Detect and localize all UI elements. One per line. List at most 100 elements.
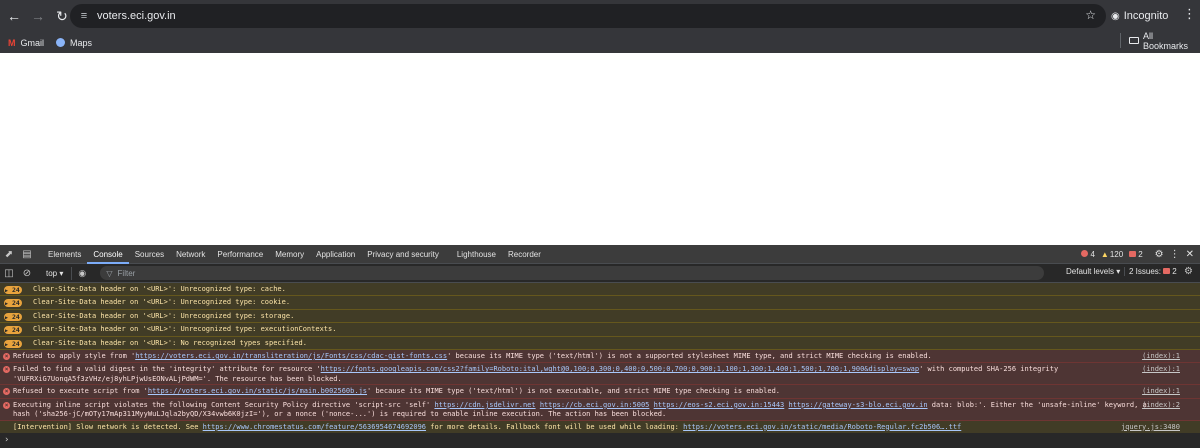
tab-recorder[interactable]: Recorder: [502, 245, 547, 264]
maps-icon: [56, 38, 66, 47]
log-levels-dropdown[interactable]: Default levels ▾: [1066, 267, 1120, 276]
issues-button[interactable]: 2 Issues: 2: [1124, 267, 1177, 276]
context-selector[interactable]: top ▾: [46, 266, 73, 280]
console-messages: ▶ 24 Clear-Site-Data header on '<URL>': …: [0, 283, 1200, 433]
tab-elements[interactable]: Elements: [42, 245, 87, 264]
filter-input[interactable]: ▽ Filter: [100, 266, 1045, 280]
console-error[interactable]: × Refused to execute script from 'https:…: [0, 385, 1200, 399]
inspect-element-icon[interactable]: ⬈: [0, 249, 18, 260]
console-intervention[interactable]: [Intervention] Slow network is detected.…: [0, 420, 1200, 433]
repeat-count-badge: ▶ 24: [4, 299, 22, 308]
bookmarks-bar: M Gmail Maps: [0, 32, 1200, 53]
issue-counter[interactable]: 2: [1129, 250, 1143, 259]
issue-icon: [1163, 268, 1171, 274]
live-expression-eye-icon[interactable]: ◉: [78, 268, 92, 279]
repeat-count-badge: ▶ 24: [4, 339, 22, 348]
repeat-count: 24: [11, 326, 20, 335]
repeat-count: 24: [11, 299, 20, 308]
all-bookmarks-label: All Bookmarks: [1142, 30, 1188, 51]
error-text-part: 'VUFRXiG7UonqA5f3zVHz/ej8yhLPjwUsEONvALj…: [13, 374, 342, 383]
error-counter[interactable]: 4: [1081, 250, 1095, 259]
bookmark-star-icon[interactable]: ☆: [1085, 8, 1096, 22]
clear-console-icon[interactable]: ⊘: [18, 268, 36, 279]
incognito-icon: ◉: [1111, 10, 1120, 22]
console-warning[interactable]: ▶ 24 Clear-Site-Data header on '<URL>': …: [0, 283, 1200, 297]
tab-network[interactable]: Network: [170, 245, 211, 264]
issues-badge: 2: [1172, 267, 1177, 276]
repeat-count: 24: [11, 312, 20, 321]
error-text-part: Refused to execute script from ': [13, 387, 148, 396]
settings-gear-icon[interactable]: ⚙: [1155, 249, 1164, 260]
issues-label: 2 Issues:: [1129, 267, 1162, 276]
tab-lighthouse[interactable]: Lighthouse: [451, 245, 502, 264]
console-error[interactable]: × Executing inline script violates the f…: [0, 398, 1200, 421]
context-label: top: [46, 268, 58, 278]
repeat-count-badge: ▶ 24: [4, 312, 22, 321]
console-prompt-icon[interactable]: ›: [4, 435, 9, 445]
error-text-part: ' because its MIME type ('text/html') is…: [447, 351, 932, 360]
browser-menu-icon[interactable]: ⋮: [1183, 6, 1196, 22]
all-bookmarks-button[interactable]: All Bookmarks: [1120, 30, 1200, 51]
error-text-part: Executing inline script violates the fol…: [13, 400, 435, 409]
error-text: Executing inline script violates the fol…: [13, 401, 1147, 420]
error-text-part: data: blob:'. Either the 'unsafe-inline'…: [927, 400, 1147, 409]
error-x-icon: ×: [3, 388, 10, 396]
devtools-panel: ⬈ ▤ Elements Console Sources Network Per…: [0, 245, 1200, 448]
gmail-icon: M: [8, 37, 16, 48]
bookmark-gmail[interactable]: M Gmail: [4, 38, 48, 48]
console-warning[interactable]: ▶ 24 Clear-Site-Data header on '<URL>': …: [0, 323, 1200, 337]
console-filter-bar: ◫ ⊘ top ▾ ◉ ▽ Filter Default levels ▾ 2 …: [0, 264, 1200, 283]
error-link[interactable]: https://cb.eci.gov.in:5005: [540, 401, 650, 409]
warning-text: Clear-Site-Data header on '<URL>': Unrec…: [33, 311, 295, 320]
warning-icon: ▲: [1100, 250, 1109, 259]
forward-button[interactable]: →: [26, 4, 50, 28]
error-link[interactable]: https://fonts.googleapis.com/css2?family…: [321, 365, 919, 373]
error-text-part: ' because its MIME type ('text/html') is…: [367, 387, 781, 396]
tab-console[interactable]: Console: [87, 245, 129, 264]
filter-placeholder: Filter: [117, 268, 136, 278]
device-toolbar-icon[interactable]: ▤: [18, 249, 36, 260]
intervention-link[interactable]: https://www.chromestatus.com/feature/563…: [203, 423, 426, 431]
console-error[interactable]: × Refused to apply style from 'https://v…: [0, 349, 1200, 364]
error-link[interactable]: https://gateway-s3-blo.eci.gov.in: [788, 401, 927, 409]
source-link[interactable]: (index):1: [1142, 385, 1180, 397]
filter-icon: ▽: [106, 268, 113, 278]
back-button[interactable]: ←: [2, 4, 26, 28]
browser-chrome: ← → ↻ ≡ voters.eci.gov.in ☆ ◉ Incognito …: [0, 0, 1200, 53]
tab-sources[interactable]: Sources: [129, 245, 170, 264]
console-settings-icon[interactable]: ⚙: [1184, 266, 1193, 277]
error-x-icon: ×: [3, 401, 10, 409]
sidebar-toggle-icon[interactable]: ◫: [0, 268, 18, 279]
tab-memory[interactable]: Memory: [269, 245, 310, 264]
address-bar[interactable]: ≡ voters.eci.gov.in ☆: [70, 4, 1106, 28]
console-warning[interactable]: ▶ 24 Clear-Site-Data header on '<URL>': …: [0, 296, 1200, 310]
source-link[interactable]: (index):2: [1142, 401, 1180, 411]
error-x-icon: ×: [3, 352, 10, 360]
incognito-indicator[interactable]: ◉ Incognito: [1111, 4, 1177, 28]
levels-label: Default levels: [1066, 267, 1115, 276]
source-link[interactable]: jquery.js:3480: [1121, 421, 1180, 433]
error-x-icon: ×: [3, 366, 10, 374]
devtools-menu-icon[interactable]: ⋮: [1170, 249, 1180, 260]
intervention-link[interactable]: https://voters.eci.gov.in/static/media/R…: [683, 423, 961, 431]
error-link[interactable]: https://eos-s2.eci.gov.in:15443: [654, 401, 785, 409]
tab-privacy-security[interactable]: Privacy and security: [361, 245, 445, 264]
bookmark-maps[interactable]: Maps: [52, 38, 96, 48]
tab-application[interactable]: Application: [310, 245, 361, 264]
site-info-icon[interactable]: ≡: [73, 10, 95, 22]
console-warning[interactable]: ▶ 24 Clear-Site-Data header on '<URL>': …: [0, 309, 1200, 324]
error-link[interactable]: https://voters.eci.gov.in/transliteratio…: [135, 352, 447, 360]
tab-performance[interactable]: Performance: [211, 245, 269, 264]
console-error[interactable]: × Failed to find a valid digest in the '…: [0, 363, 1200, 386]
warning-counter[interactable]: ▲120: [1101, 250, 1123, 259]
close-devtools-icon[interactable]: ✕: [1186, 249, 1194, 260]
error-link[interactable]: https://voters.eci.gov.in/static/js/main…: [148, 387, 367, 395]
source-link[interactable]: (index):1: [1142, 365, 1180, 375]
error-link[interactable]: https://cdn.jsdelivr.net: [434, 401, 535, 409]
error-text: Refused to apply style from 'https://vot…: [13, 350, 932, 362]
source-link[interactable]: (index):1: [1142, 350, 1180, 362]
warning-count: 120: [1109, 250, 1124, 259]
intervention-text-part: for more details. Fallback font will be …: [426, 422, 684, 431]
console-warning[interactable]: ▶ 24 Clear-Site-Data header on '<URL>': …: [0, 336, 1200, 350]
repeat-count-badge: ▶ 24: [4, 326, 22, 335]
